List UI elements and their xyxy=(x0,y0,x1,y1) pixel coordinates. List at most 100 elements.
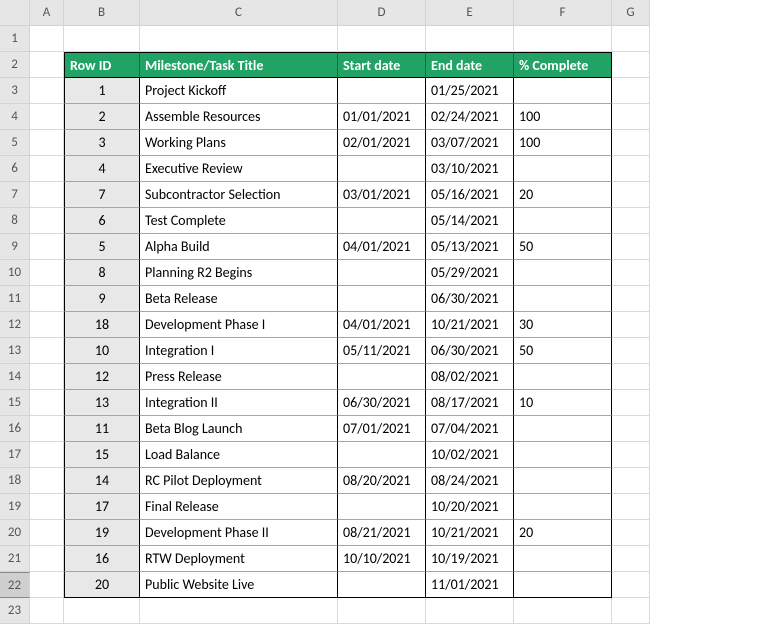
table-header-end[interactable]: End date xyxy=(426,52,514,78)
table-cell-end-3[interactable]: 01/25/2021 xyxy=(426,78,514,104)
table-cell-pct-17[interactable] xyxy=(514,442,612,468)
table-cell-title-8[interactable]: Test Complete xyxy=(140,208,338,234)
row-header-21[interactable]: 21 xyxy=(0,546,30,572)
table-cell-title-3[interactable]: Project Kickoff xyxy=(140,78,338,104)
cell-G16[interactable] xyxy=(612,416,650,442)
table-cell-pct-14[interactable] xyxy=(514,364,612,390)
cell-A6[interactable] xyxy=(30,156,64,182)
row-header-8[interactable]: 8 xyxy=(0,208,30,234)
table-cell-rowid-9[interactable]: 5 xyxy=(64,234,140,260)
table-cell-start-5[interactable]: 02/01/2021 xyxy=(338,130,426,156)
column-header-E[interactable]: E xyxy=(426,0,514,26)
table-cell-end-14[interactable]: 08/02/2021 xyxy=(426,364,514,390)
table-cell-title-22[interactable]: Public Website Live xyxy=(140,572,338,598)
table-cell-title-4[interactable]: Assemble Resources xyxy=(140,104,338,130)
cell-A17[interactable] xyxy=(30,442,64,468)
column-header-A[interactable]: A xyxy=(30,0,64,26)
table-cell-pct-15[interactable]: 10 xyxy=(514,390,612,416)
cell-E23[interactable] xyxy=(426,598,514,624)
table-cell-end-19[interactable]: 10/20/2021 xyxy=(426,494,514,520)
table-cell-title-18[interactable]: RC Pilot Deployment xyxy=(140,468,338,494)
cell-A7[interactable] xyxy=(30,182,64,208)
table-cell-title-12[interactable]: Development Phase I xyxy=(140,312,338,338)
table-cell-rowid-5[interactable]: 3 xyxy=(64,130,140,156)
cell-G13[interactable] xyxy=(612,338,650,364)
cell-G22[interactable] xyxy=(612,572,650,598)
table-cell-rowid-19[interactable]: 17 xyxy=(64,494,140,520)
table-cell-rowid-11[interactable]: 9 xyxy=(64,286,140,312)
table-cell-pct-18[interactable] xyxy=(514,468,612,494)
table-cell-start-17[interactable] xyxy=(338,442,426,468)
table-cell-pct-16[interactable] xyxy=(514,416,612,442)
cell-E1[interactable] xyxy=(426,26,514,52)
row-header-23[interactable]: 23 xyxy=(0,598,30,624)
table-cell-end-11[interactable]: 06/30/2021 xyxy=(426,286,514,312)
table-cell-rowid-17[interactable]: 15 xyxy=(64,442,140,468)
table-cell-pct-20[interactable]: 20 xyxy=(514,520,612,546)
table-cell-rowid-7[interactable]: 7 xyxy=(64,182,140,208)
cell-G12[interactable] xyxy=(612,312,650,338)
table-cell-pct-13[interactable]: 50 xyxy=(514,338,612,364)
row-header-1[interactable]: 1 xyxy=(0,26,30,52)
table-cell-end-7[interactable]: 05/16/2021 xyxy=(426,182,514,208)
cell-A8[interactable] xyxy=(30,208,64,234)
cell-G10[interactable] xyxy=(612,260,650,286)
table-cell-title-20[interactable]: Development Phase II xyxy=(140,520,338,546)
cell-A22[interactable] xyxy=(30,572,64,598)
row-header-4[interactable]: 4 xyxy=(0,104,30,130)
table-cell-rowid-16[interactable]: 11 xyxy=(64,416,140,442)
table-cell-start-21[interactable]: 10/10/2021 xyxy=(338,546,426,572)
column-header-G[interactable]: G xyxy=(612,0,650,26)
cell-D23[interactable] xyxy=(338,598,426,624)
cell-G2[interactable] xyxy=(612,52,650,78)
row-header-2[interactable]: 2 xyxy=(0,52,30,78)
cell-A18[interactable] xyxy=(30,468,64,494)
row-header-17[interactable]: 17 xyxy=(0,442,30,468)
table-cell-start-12[interactable]: 04/01/2021 xyxy=(338,312,426,338)
row-header-15[interactable]: 15 xyxy=(0,390,30,416)
cell-G14[interactable] xyxy=(612,364,650,390)
row-header-18[interactable]: 18 xyxy=(0,468,30,494)
table-cell-rowid-13[interactable]: 10 xyxy=(64,338,140,364)
table-cell-title-6[interactable]: Executive Review xyxy=(140,156,338,182)
row-header-22[interactable]: 22 xyxy=(0,572,30,598)
cell-G7[interactable] xyxy=(612,182,650,208)
table-cell-end-9[interactable]: 05/13/2021 xyxy=(426,234,514,260)
table-cell-end-10[interactable]: 05/29/2021 xyxy=(426,260,514,286)
table-cell-rowid-12[interactable]: 18 xyxy=(64,312,140,338)
table-cell-rowid-10[interactable]: 8 xyxy=(64,260,140,286)
table-cell-end-6[interactable]: 03/10/2021 xyxy=(426,156,514,182)
table-cell-title-9[interactable]: Alpha Build xyxy=(140,234,338,260)
table-cell-pct-11[interactable] xyxy=(514,286,612,312)
column-header-D[interactable]: D xyxy=(338,0,426,26)
table-cell-title-11[interactable]: Beta Release xyxy=(140,286,338,312)
cell-A21[interactable] xyxy=(30,546,64,572)
cell-C23[interactable] xyxy=(140,598,338,624)
cell-G8[interactable] xyxy=(612,208,650,234)
row-header-11[interactable]: 11 xyxy=(0,286,30,312)
cell-C1[interactable] xyxy=(140,26,338,52)
table-cell-rowid-20[interactable]: 19 xyxy=(64,520,140,546)
table-cell-rowid-18[interactable]: 14 xyxy=(64,468,140,494)
column-header-F[interactable]: F xyxy=(514,0,612,26)
cell-G3[interactable] xyxy=(612,78,650,104)
table-cell-start-8[interactable] xyxy=(338,208,426,234)
table-cell-start-15[interactable]: 06/30/2021 xyxy=(338,390,426,416)
cell-A11[interactable] xyxy=(30,286,64,312)
table-cell-end-8[interactable]: 05/14/2021 xyxy=(426,208,514,234)
table-cell-end-21[interactable]: 10/19/2021 xyxy=(426,546,514,572)
cell-A12[interactable] xyxy=(30,312,64,338)
table-cell-rowid-15[interactable]: 13 xyxy=(64,390,140,416)
table-cell-pct-22[interactable] xyxy=(514,572,612,598)
cell-A9[interactable] xyxy=(30,234,64,260)
cell-G17[interactable] xyxy=(612,442,650,468)
cell-G15[interactable] xyxy=(612,390,650,416)
table-cell-title-13[interactable]: Integration I xyxy=(140,338,338,364)
cell-A13[interactable] xyxy=(30,338,64,364)
cell-G20[interactable] xyxy=(612,520,650,546)
row-header-7[interactable]: 7 xyxy=(0,182,30,208)
cell-A14[interactable] xyxy=(30,364,64,390)
cell-G1[interactable] xyxy=(612,26,650,52)
row-header-14[interactable]: 14 xyxy=(0,364,30,390)
table-cell-title-14[interactable]: Press Release xyxy=(140,364,338,390)
